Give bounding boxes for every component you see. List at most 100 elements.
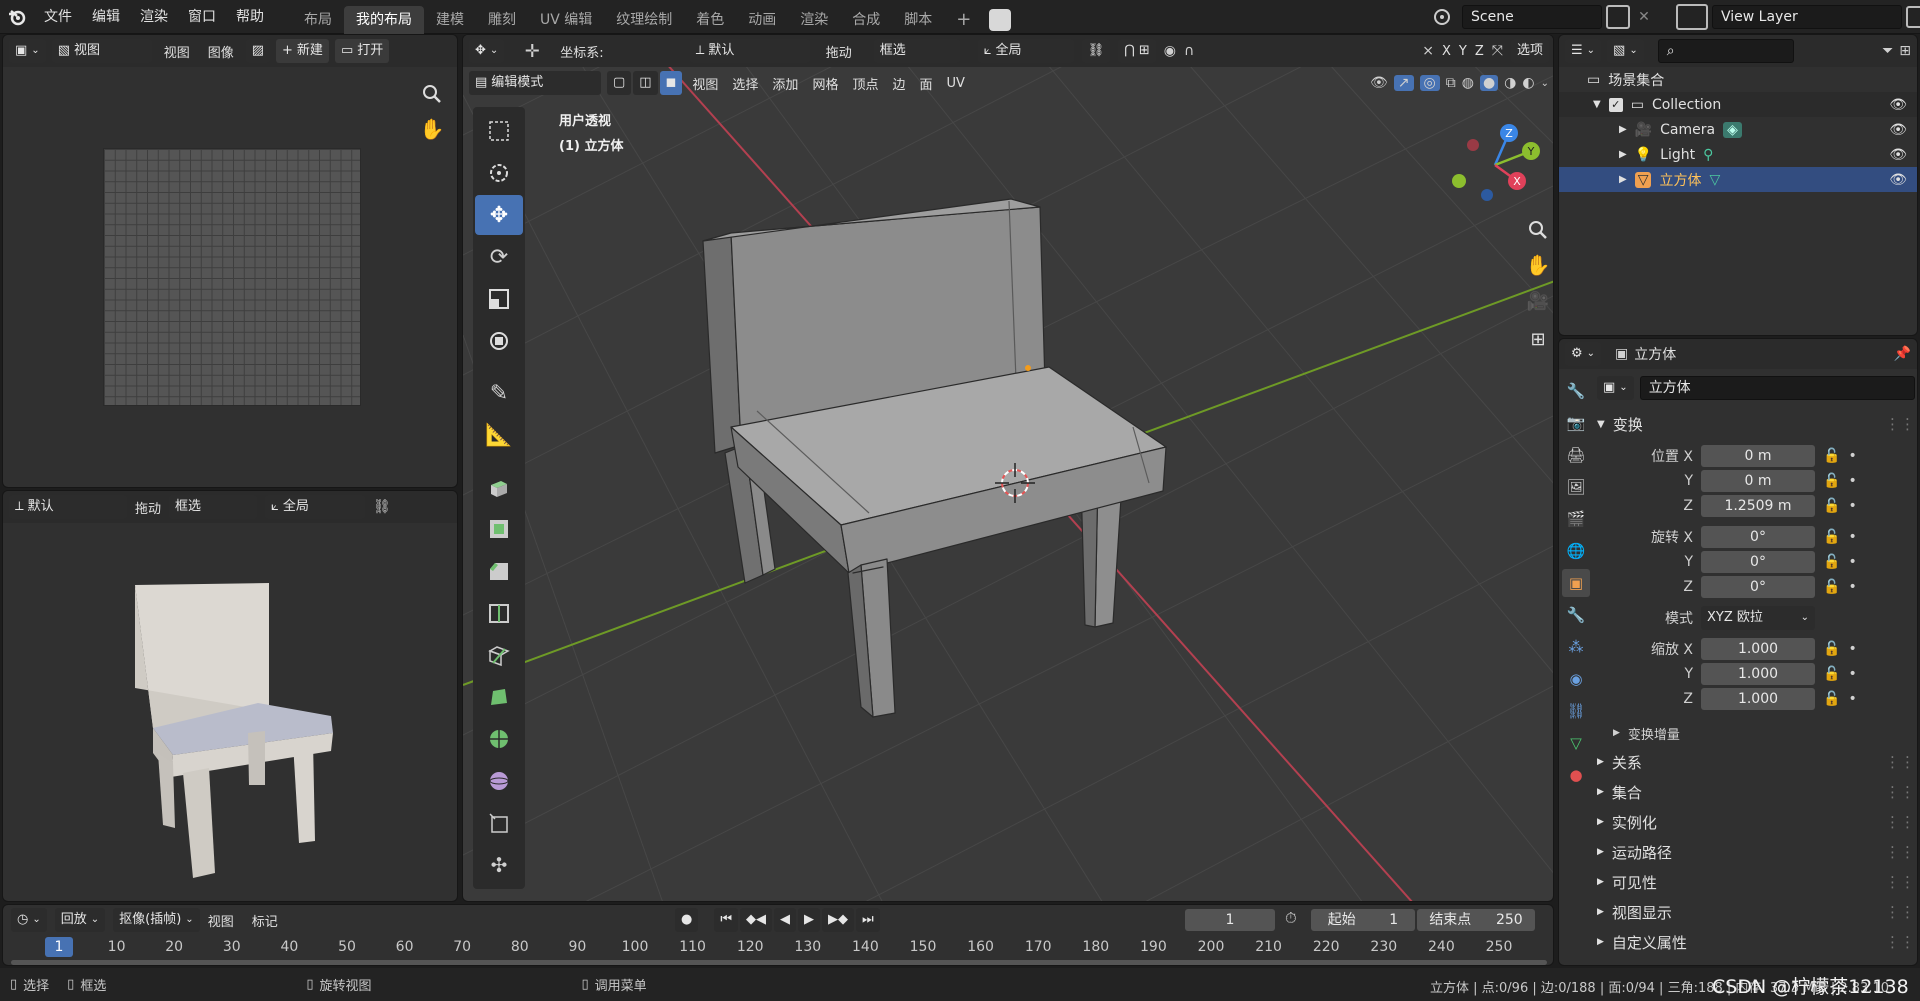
expand-arrow-icon[interactable]: ▶: [1619, 149, 1627, 160]
gizmo-neg-x[interactable]: [1467, 139, 1479, 151]
new-collection-icon[interactable]: ⊞: [1899, 43, 1911, 59]
object-name-field[interactable]: 立方体: [1639, 376, 1915, 400]
particles-tab-icon[interactable]: ⁂: [1562, 633, 1590, 661]
data-tab-icon[interactable]: ▽: [1562, 729, 1590, 757]
view-mode-dropdown[interactable]: ▧ 视图: [51, 39, 152, 63]
menu-render[interactable]: 渲染: [130, 0, 178, 34]
panel-relations[interactable]: ▶ 关系 ⋮⋮: [1597, 747, 1915, 777]
prev-keyframe-button[interactable]: ◆◀: [740, 908, 773, 932]
perspective-toggle-icon[interactable]: ⊞: [1523, 329, 1553, 359]
drag-handle-icon[interactable]: ⋮⋮: [1885, 933, 1915, 951]
world-tab-icon[interactable]: 🌐: [1562, 537, 1590, 565]
record-button[interactable]: ●: [675, 908, 699, 932]
drag-handle-icon[interactable]: ⋮⋮: [1885, 813, 1915, 831]
filter-icon[interactable]: ⏷: [1882, 43, 1893, 59]
keyframe-dot-icon[interactable]: •: [1848, 498, 1856, 514]
panel-motion-paths[interactable]: ▶ 运动路径 ⋮⋮: [1597, 837, 1915, 867]
chair-model[interactable]: [463, 35, 1554, 902]
expand-arrow-icon[interactable]: ▶: [1619, 174, 1627, 185]
delete-scene-icon[interactable]: ✕: [1634, 9, 1654, 25]
panel-collections[interactable]: ▶ 集合 ⋮⋮: [1597, 777, 1915, 807]
lock-icon[interactable]: 🔓: [1823, 641, 1840, 657]
keyframe-dot-icon[interactable]: •: [1848, 529, 1856, 545]
scene-tab-icon[interactable]: 🎬: [1562, 505, 1590, 533]
view-layer-icon[interactable]: [1676, 4, 1708, 30]
collection-row[interactable]: ▼ ✓ ▭ Collection 👁: [1559, 92, 1917, 117]
image-browse-dropdown[interactable]: ▨: [245, 39, 271, 63]
timeline-editor-type-dropdown[interactable]: ◷ ⌄: [11, 908, 47, 932]
drag-handle-icon[interactable]: ⋮⋮: [1885, 873, 1915, 891]
lock-icon[interactable]: 🔓: [1823, 448, 1840, 464]
checkbox-icon[interactable]: ✓: [1608, 97, 1623, 112]
delta-transform-subpanel[interactable]: ▶ 变换增量: [1597, 719, 1915, 747]
stopwatch-icon[interactable]: ⏱: [1285, 909, 1297, 927]
drag-handle-icon[interactable]: ⋮⋮: [1885, 753, 1915, 771]
lock-icon[interactable]: 🔓: [1823, 666, 1840, 682]
current-frame-field[interactable]: 1: [1185, 909, 1275, 931]
editor-type-dropdown[interactable]: ▣ ⌄: [9, 39, 46, 63]
outliner-search-input[interactable]: ⌕: [1657, 39, 1794, 63]
object-browse-dropdown[interactable]: ▣ ⌄: [1597, 376, 1634, 400]
outliner-item-cube[interactable]: ▶ ▽ 立方体 ▽ 👁: [1559, 167, 1917, 192]
3d-viewport[interactable]: ✥ ⌄ ✛ 坐标系: ⟂ 默认 拖动 框选 ⟀ 全局 ⛓ ⋂ ⊞ ◉ ∩ ⨯ X Y Z…: [462, 34, 1554, 902]
keyframe-dot-icon[interactable]: •: [1848, 579, 1856, 595]
frame-ruler[interactable]: 1 10 20 30 40 50 60 70 80 90 100 110 120 130 140 150 160…: [3, 935, 1555, 959]
tool-tab-icon[interactable]: 🔧: [1562, 377, 1590, 405]
tab-compositing[interactable]: 合成: [840, 6, 892, 34]
tab-uv-editing[interactable]: UV 编辑: [528, 6, 604, 34]
rotation-x-field[interactable]: 0°: [1701, 525, 1815, 548]
timeline-scrollbar[interactable]: [11, 960, 1547, 965]
eye-icon[interactable]: 👁: [1889, 147, 1907, 163]
eye-icon[interactable]: 👁: [1889, 172, 1907, 188]
drag-handle-icon[interactable]: ⋮⋮: [1885, 783, 1915, 801]
properties-editor-type-dropdown[interactable]: ⚙ ⌄: [1565, 342, 1602, 366]
scale-y-field[interactable]: 1.000: [1701, 662, 1815, 685]
render-tab-icon[interactable]: 📷: [1562, 409, 1590, 437]
drag-handle-icon[interactable]: ⋮⋮: [1885, 903, 1915, 921]
menu-file[interactable]: 文件: [34, 0, 82, 34]
new-view-layer-icon[interactable]: [1906, 6, 1920, 28]
pan-hand-icon[interactable]: ✋: [1523, 253, 1553, 283]
camera-view-icon[interactable]: 🎥: [1523, 291, 1553, 321]
lock-icon[interactable]: 🔓: [1823, 691, 1840, 707]
tab-rendering[interactable]: 渲染: [788, 6, 840, 34]
scene-name-field[interactable]: Scene: [1462, 5, 1602, 29]
eye-icon[interactable]: 👁: [1889, 122, 1907, 138]
blender-logo-icon[interactable]: [0, 0, 34, 34]
rotation-z-field[interactable]: 0°: [1701, 575, 1815, 598]
current-frame-marker[interactable]: 1: [45, 937, 73, 957]
expand-arrow-icon[interactable]: ▼: [1593, 99, 1601, 110]
modifier-tab-icon[interactable]: 🔧: [1562, 601, 1590, 629]
timeline-menu-marker[interactable]: 标记: [252, 911, 278, 930]
tab-layout[interactable]: 布局: [292, 6, 344, 34]
preview-select-dropdown[interactable]: 框选: [169, 495, 258, 519]
lock-icon[interactable]: 🔓: [1823, 473, 1840, 489]
rotation-y-field[interactable]: 0°: [1701, 550, 1815, 573]
timeline-menu-view[interactable]: 视图: [208, 911, 234, 930]
new-scene-icon[interactable]: [1606, 5, 1630, 29]
tab-texture-paint[interactable]: 纹理绘制: [604, 6, 684, 34]
pan-hand-icon[interactable]: ✋: [417, 117, 447, 147]
zoom-icon[interactable]: [1523, 215, 1553, 245]
jump-start-button[interactable]: ⏮: [714, 908, 739, 932]
location-y-field[interactable]: 0 m: [1701, 469, 1815, 492]
zoom-icon[interactable]: [417, 79, 447, 109]
keyframe-dot-icon[interactable]: •: [1848, 554, 1856, 570]
tab-scripting[interactable]: 脚本: [892, 6, 944, 34]
outliner-editor-type-dropdown[interactable]: ☰ ⌄: [1565, 39, 1602, 63]
keyframe-dot-icon[interactable]: •: [1848, 666, 1856, 682]
add-workspace-icon[interactable]: +: [944, 6, 983, 34]
physics-tab-icon[interactable]: ◉: [1562, 665, 1590, 693]
menu-edit[interactable]: 编辑: [82, 0, 130, 34]
scale-z-field[interactable]: 1.000: [1701, 687, 1815, 710]
panel-visibility[interactable]: ▶ 可见性 ⋮⋮: [1597, 867, 1915, 897]
outliner-item-camera[interactable]: ▶ 🎥 Camera ◈ 👁: [1559, 117, 1917, 142]
play-reverse-button[interactable]: ◀: [774, 908, 797, 932]
open-image-button[interactable]: ▭ 打开: [334, 39, 390, 63]
scene-collection-row[interactable]: ▭ 场景集合: [1559, 67, 1917, 92]
tab-my-layout[interactable]: 我的布局: [344, 5, 424, 34]
outliner-item-light[interactable]: ▶ 💡 Light ⚲ 👁: [1559, 142, 1917, 167]
lock-icon[interactable]: 🔓: [1823, 554, 1840, 570]
tab-shading[interactable]: 着色: [684, 6, 736, 34]
panel-instancing[interactable]: ▶ 实例化 ⋮⋮: [1597, 807, 1915, 837]
